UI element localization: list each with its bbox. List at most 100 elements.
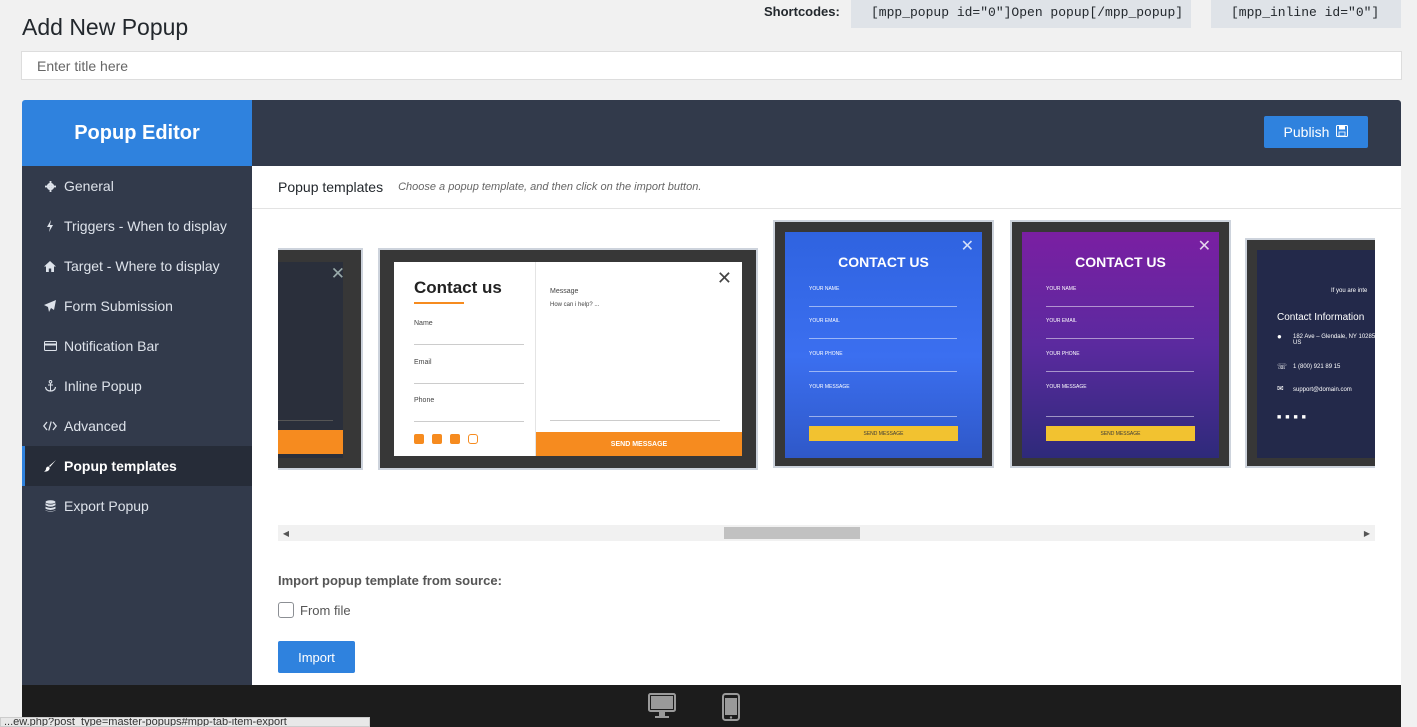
- divider: [278, 420, 333, 421]
- field-line: [809, 306, 957, 307]
- field-line: [550, 420, 720, 421]
- social-icons: ■■■■: [1277, 414, 1310, 421]
- import-button[interactable]: Import: [278, 641, 355, 673]
- close-icon: ✕: [716, 268, 732, 288]
- shortcode-inline[interactable]: [mpp_inline id="0"]: [1211, 0, 1401, 28]
- sidebar-item-label: Target - Where to display: [64, 258, 220, 274]
- template-intro: If you are inte: [1331, 288, 1368, 294]
- template-placeholder: How can i help? ...: [550, 302, 600, 308]
- template-preview: ✕ CONTACT US YOUR NAME YOUR EMAIL YOUR P…: [785, 232, 982, 458]
- field-line: [414, 421, 524, 422]
- scroll-left-arrow-icon[interactable]: ◀: [278, 525, 294, 541]
- sidebar-item-label: Export Popup: [64, 498, 149, 514]
- field-line: [414, 383, 524, 384]
- facebook-icon: [414, 434, 424, 444]
- status-bar-url: ...ew.php?post_type=master-popups#mpp-ta…: [0, 717, 370, 727]
- template-submit-bar: [278, 430, 343, 454]
- home-icon: [43, 260, 57, 272]
- field-line: [414, 344, 524, 345]
- template-field-label: YOUR MESSAGE: [809, 384, 850, 390]
- carousel-scrollbar[interactable]: ◀ ▶: [278, 525, 1375, 541]
- sidebar-item-export-popup[interactable]: Export Popup: [22, 486, 252, 526]
- desktop-icon[interactable]: [648, 693, 676, 724]
- field-line: [1046, 416, 1194, 417]
- templates-panel: Popup templates Choose a popup template,…: [252, 166, 1401, 685]
- sidebar-item-form-submission[interactable]: Form Submission: [22, 286, 252, 326]
- sidebar-item-advanced[interactable]: Advanced: [22, 406, 252, 446]
- google-plus-icon: [450, 434, 460, 444]
- close-icon: ✕: [960, 238, 974, 255]
- sidebar-item-label: Advanced: [64, 418, 127, 434]
- scroll-right-arrow-icon[interactable]: ▶: [1359, 525, 1375, 541]
- template-carousel: ✕ Contact us Name Email Phone Message Ho…: [278, 220, 1375, 480]
- template-thumbnail-contact-info[interactable]: If you are inte Contact Information ● 18…: [1245, 238, 1375, 468]
- sidebar-item-label: Triggers - When to display: [64, 218, 227, 234]
- import-source-label: Import popup template from source:: [278, 573, 502, 588]
- template-send-button: SEND MESSAGE: [536, 432, 742, 456]
- sidebar-item-general[interactable]: General: [22, 166, 252, 206]
- scrollbar-thumb[interactable]: [724, 527, 860, 539]
- anchor-icon: [43, 380, 57, 392]
- shortcode-popup[interactable]: [mpp_popup id="0"]Open popup[/mpp_popup]: [851, 0, 1191, 28]
- section-title: Popup templates: [278, 179, 384, 195]
- sidebar-item-label: Notification Bar: [64, 338, 159, 354]
- paper-plane-icon: [43, 300, 57, 312]
- template-email: support@domain.com: [1293, 387, 1352, 393]
- title-input[interactable]: [21, 51, 1402, 80]
- template-send-button: SEND MESSAGE: [1046, 426, 1195, 441]
- editor-topbar: Publish: [252, 100, 1401, 166]
- phone-icon: ☏: [1277, 362, 1288, 371]
- template-heading: Contact us: [414, 278, 502, 297]
- close-icon: ✕: [1197, 238, 1211, 255]
- twitter-icon: [432, 434, 442, 444]
- template-field-label: YOUR PHONE: [1046, 351, 1080, 357]
- field-line: [809, 338, 957, 339]
- publish-label: Publish: [1283, 124, 1330, 140]
- sidebar-item-triggers[interactable]: Triggers - When to display: [22, 206, 252, 246]
- template-field-label: Name: [414, 320, 433, 327]
- sidebar-item-notification-bar[interactable]: Notification Bar: [22, 326, 252, 366]
- section-hint: Choose a popup template, and then click …: [398, 181, 702, 193]
- template-thumbnail-dark[interactable]: ✕: [278, 248, 363, 470]
- sidebar-item-inline-popup[interactable]: Inline Popup: [22, 366, 252, 406]
- mobile-icon[interactable]: [722, 693, 740, 726]
- instagram-icon: [468, 434, 478, 444]
- template-preview: If you are inte Contact Information ● 18…: [1257, 250, 1375, 458]
- sidebar-item-label: General: [64, 178, 114, 194]
- template-address: 182 Ave – Glendale, NY 10285, US: [1293, 334, 1375, 346]
- from-file-option[interactable]: From file: [278, 602, 351, 618]
- template-thumbnail-contact-blue[interactable]: ✕ CONTACT US YOUR NAME YOUR EMAIL YOUR P…: [773, 220, 994, 468]
- social-icons: [414, 434, 478, 444]
- template-send-button: SEND MESSAGE: [809, 426, 958, 441]
- template-field-label: YOUR MESSAGE: [1046, 384, 1087, 390]
- publish-button[interactable]: Publish: [1264, 116, 1368, 148]
- editor-brand: Popup Editor: [22, 100, 252, 166]
- bolt-icon: [43, 220, 57, 232]
- editor-sidebar: General Triggers - When to display Targe…: [22, 166, 252, 727]
- field-line: [1046, 306, 1194, 307]
- gear-icon: [43, 180, 57, 192]
- section-header: Popup templates Choose a popup template,…: [252, 166, 1401, 209]
- template-thumbnail-contact-purple[interactable]: ✕ CONTACT US YOUR NAME YOUR EMAIL YOUR P…: [1010, 220, 1231, 468]
- paint-brush-icon: [43, 460, 57, 472]
- heading-underline: [414, 302, 464, 304]
- from-file-checkbox[interactable]: [278, 602, 294, 618]
- sidebar-item-label: Form Submission: [64, 298, 173, 314]
- template-heading: CONTACT US: [1075, 254, 1166, 270]
- template-phone: 1 (800) 921 89 15: [1293, 364, 1341, 370]
- template-heading: CONTACT US: [838, 254, 929, 270]
- template-field-label: YOUR NAME: [1046, 286, 1077, 292]
- template-form-column: Contact us Name Email Phone: [394, 262, 536, 456]
- template-thumbnail-contact-orange[interactable]: Contact us Name Email Phone Message How …: [378, 248, 758, 470]
- shortcodes-label: Shortcodes:: [764, 4, 840, 19]
- sidebar-item-target[interactable]: Target - Where to display: [22, 246, 252, 286]
- map-marker-icon: ●: [1277, 332, 1282, 341]
- field-line: [809, 416, 957, 417]
- save-icon: [1336, 124, 1349, 140]
- sidebar-item-popup-templates[interactable]: Popup templates: [22, 446, 252, 486]
- template-field-label: YOUR EMAIL: [809, 318, 840, 324]
- close-icon: ✕: [330, 264, 345, 283]
- field-line: [1046, 371, 1194, 372]
- sidebar-item-label: Inline Popup: [64, 378, 142, 394]
- field-line: [809, 371, 957, 372]
